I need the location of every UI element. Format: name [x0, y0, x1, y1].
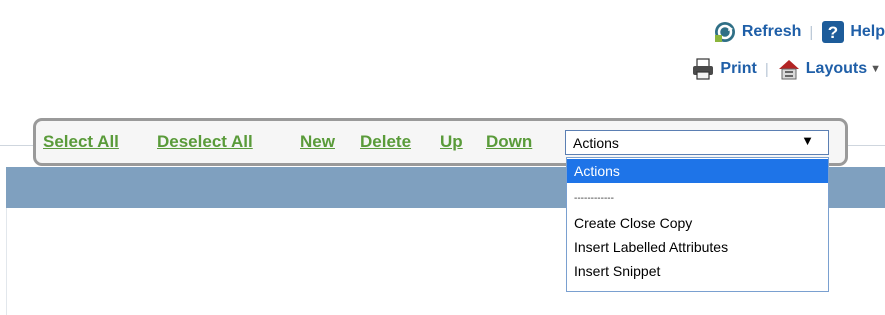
svg-text:?: ? — [828, 23, 838, 42]
option-insert-labelled-attributes[interactable]: Insert Labelled Attributes — [567, 237, 828, 257]
dropdown-arrow-icon[interactable]: ▼ — [801, 133, 814, 148]
print-link[interactable]: Print — [720, 60, 756, 78]
actions-select-value: Actions — [573, 134, 619, 151]
separator: | — [809, 23, 814, 41]
refresh-link[interactable]: Refresh — [742, 23, 802, 41]
option-actions[interactable]: Actions — [567, 159, 828, 183]
layouts-link[interactable]: Layouts — [806, 60, 867, 78]
chevron-down-icon[interactable]: ▼ — [870, 63, 881, 75]
deselect-all-link[interactable]: Deselect All — [157, 132, 253, 152]
new-link[interactable]: New — [300, 132, 335, 152]
delete-link[interactable]: Delete — [360, 132, 411, 152]
panel-left-border — [6, 208, 7, 315]
refresh-icon[interactable] — [713, 20, 737, 44]
option-divider: ------------ — [574, 193, 614, 204]
option-create-close-copy[interactable]: Create Close Copy — [567, 213, 828, 233]
help-link[interactable]: Help — [850, 23, 885, 41]
option-insert-snippet[interactable]: Insert Snippet — [567, 261, 828, 281]
header-links-row2: Print | Layouts ▼ — [691, 57, 881, 81]
actions-dropdown-list: Actions ------------ Create Close Copy I… — [566, 157, 829, 292]
header-links-row1: Refresh | ? Help — [713, 20, 885, 44]
actions-select[interactable]: Actions ▼ — [565, 130, 829, 155]
help-icon[interactable]: ? — [821, 20, 845, 44]
up-link[interactable]: Up — [440, 132, 463, 152]
separator: | — [764, 60, 769, 78]
layouts-icon[interactable] — [777, 57, 801, 81]
print-icon[interactable] — [691, 57, 715, 81]
select-all-link[interactable]: Select All — [43, 132, 119, 152]
down-link[interactable]: Down — [486, 132, 532, 152]
